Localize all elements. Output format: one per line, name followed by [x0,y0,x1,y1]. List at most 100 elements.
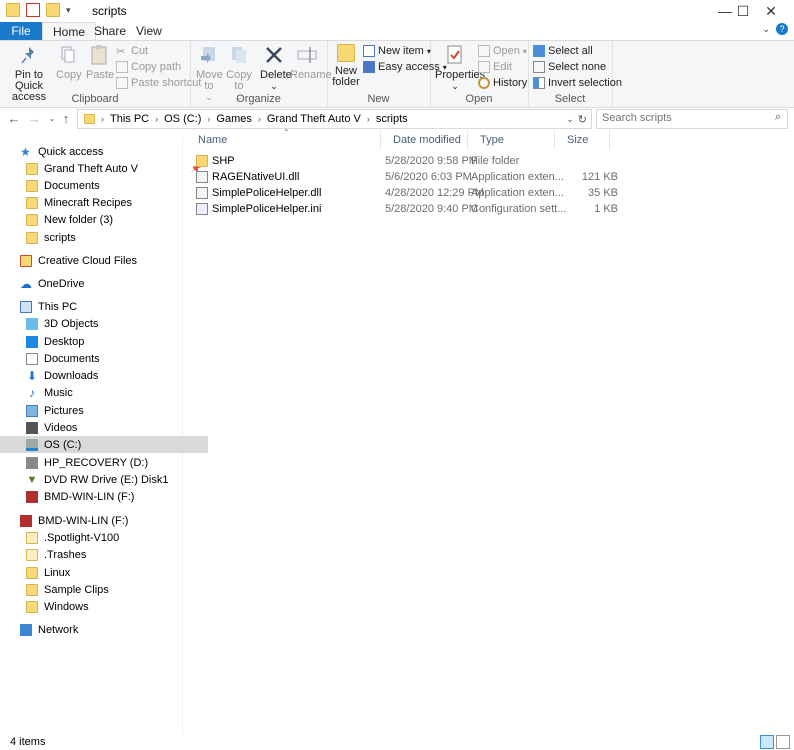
paste-button[interactable]: Paste [86,44,114,81]
breadcrumb-gta-v[interactable]: Grand Theft Auto V [263,113,365,125]
file-row[interactable]: SimplePoliceHelper.dll 4/28/2020 12:29 P… [196,185,619,201]
ribbon-tabs: File Home Share View ⌄ ? [0,22,794,41]
nav-quick-access[interactable]: ★ Quick access [0,143,202,160]
chevron-down-icon: ▾ [522,46,527,56]
tab-view[interactable]: View [126,22,172,40]
large-icons-view-button[interactable] [776,735,790,749]
nav-item-pictures[interactable]: Pictures [0,402,208,419]
pin-icon [18,44,40,66]
breadcrumb-scripts[interactable]: scripts [372,113,412,125]
rename-label: Rename [290,69,332,81]
expand-ribbon-icon[interactable]: ⌄ [762,24,770,35]
dll-file-icon [196,187,208,199]
new-item-button[interactable]: New item ▾ [363,45,431,57]
nav-item-bmd-f[interactable]: BMD-WIN-LIN (F:) [0,488,208,505]
nav-item-videos[interactable]: Videos [0,419,208,436]
dll-file-icon [196,171,208,183]
nav-onedrive[interactable]: ☁ OneDrive [0,275,202,292]
back-arrow-icon[interactable]: ← [6,111,22,127]
cut-button[interactable]: ✂ Cut [116,45,148,58]
scissors-icon: ✂ [116,46,126,58]
open-icon [478,45,490,57]
copy-path-icon [116,61,128,73]
properties-button[interactable]: Properties ⌄ [435,44,485,92]
rename-button[interactable]: Rename [290,44,332,81]
column-header-size[interactable]: Size [555,130,610,150]
nav-item-spotlight[interactable]: .Spotlight-V100 [0,529,208,546]
drive-icon [26,438,38,451]
chevron-down-icon[interactable]: ▾ [66,5,71,16]
history-button[interactable]: History [478,77,527,89]
open-button[interactable]: Open ▾ [478,45,527,57]
file-row[interactable]: SimplePoliceHelper.ini 5/28/2020 9:40 PM… [196,201,619,217]
nav-item-new-folder-3[interactable]: New folder (3) [0,211,208,228]
nav-item-gta-v[interactable]: Grand Theft Auto V 📌 [0,160,208,177]
new-folder-button[interactable]: New folder [331,44,361,88]
paste-shortcut-button[interactable]: Paste shortcut [116,77,201,89]
desktop-icon [26,335,38,348]
file-row[interactable]: SHP 5/28/2020 9:58 PM File folder [196,153,619,169]
copy-button[interactable]: Copy [56,44,82,81]
nav-label: Music [44,386,73,399]
copy-path-button[interactable]: Copy path [116,61,181,73]
search-icon[interactable]: ⌕ [775,111,781,124]
search-input[interactable] [597,110,762,126]
nav-label: Pictures [44,404,84,417]
breadcrumb-os-c[interactable]: OS (C:) [160,113,205,125]
nav-item-sample-clips[interactable]: Sample Clips [0,581,208,598]
new-folder-icon[interactable] [46,3,60,17]
refresh-icon[interactable]: ↻ [578,113,591,126]
breadcrumb-games[interactable]: Games [212,113,255,125]
nav-item-os-c[interactable]: OS (C:) [0,436,208,453]
copy-to-label: Copy to [226,69,252,92]
nav-item-hp-recovery[interactable]: HP_RECOVERY (D:) [0,454,208,471]
nav-item-3d-objects[interactable]: 3D Objects [0,315,208,332]
download-icon: ⬇ [26,368,38,383]
nav-bmd-win-lin[interactable]: BMD-WIN-LIN (F:) [0,512,202,529]
nav-item-downloads[interactable]: ⬇ Downloads [0,367,208,384]
tab-file[interactable]: File [0,22,42,40]
picture-icon [26,404,38,417]
new-folder-icon [337,44,355,62]
nav-creative-cloud[interactable]: Creative Cloud Files [0,252,202,269]
navigation-pane: ★ Quick access Grand Theft Auto V 📌 Docume… [0,138,208,734]
help-icon[interactable]: ? [776,23,788,35]
properties-icon [444,44,466,66]
forward-arrow-icon[interactable]: → [26,111,42,127]
nav-item-music[interactable]: ♪ Music [0,384,208,401]
nav-item-windows[interactable]: Windows [0,598,208,615]
address-dropdown-icon[interactable]: ⌄ [566,114,578,125]
close-button[interactable]: ✕ [748,0,794,22]
nav-label: Minecraft Recipes [44,196,133,209]
nav-item-dvd-drive[interactable]: ▼ DVD RW Drive (E:) Disk1 [0,471,208,488]
file-row[interactable]: RAGENativeUI.dll 5/6/2020 6:03 PM Applic… [196,169,619,185]
nav-item-trashes[interactable]: .Trashes [0,546,208,563]
history-icon [478,77,490,89]
folder-icon [26,600,38,613]
properties-icon[interactable] [26,3,40,17]
address-bar[interactable]: › This PC › OS (C:) › Games › Grand Thef… [77,109,592,129]
file-name: SimplePoliceHelper.ini [212,203,322,215]
details-view-button[interactable] [760,735,774,749]
search-box: ⌕ [596,109,788,129]
breadcrumb-this-pc[interactable]: This PC [106,113,153,125]
copy-path-label: Copy path [131,61,182,73]
nav-item-documents-quick[interactable]: Documents [0,177,208,194]
nav-item-linux[interactable]: Linux [0,564,208,581]
nav-network[interactable]: Network [0,621,202,638]
up-arrow-icon[interactable]: ↑ [58,111,74,127]
delete-button[interactable]: Delete ⌄ [260,44,292,92]
nav-item-scripts[interactable]: scripts [0,229,208,246]
column-header-date[interactable]: Date modified [381,130,468,150]
select-none-button[interactable]: Select none [533,61,606,73]
edit-button[interactable]: Edit [478,61,512,73]
invert-selection-button[interactable]: Invert selection [533,77,622,89]
column-header-name[interactable]: Name [186,130,381,150]
select-all-button[interactable]: Select all [533,45,593,57]
nav-item-minecraft-recipes[interactable]: Minecraft Recipes [0,194,208,211]
nav-item-documents[interactable]: Documents [0,350,208,367]
column-header-type[interactable]: Type [468,130,555,150]
nav-label: .Trashes [44,548,87,561]
nav-this-pc[interactable]: This PC [0,298,202,315]
nav-item-desktop[interactable]: Desktop [0,333,208,350]
